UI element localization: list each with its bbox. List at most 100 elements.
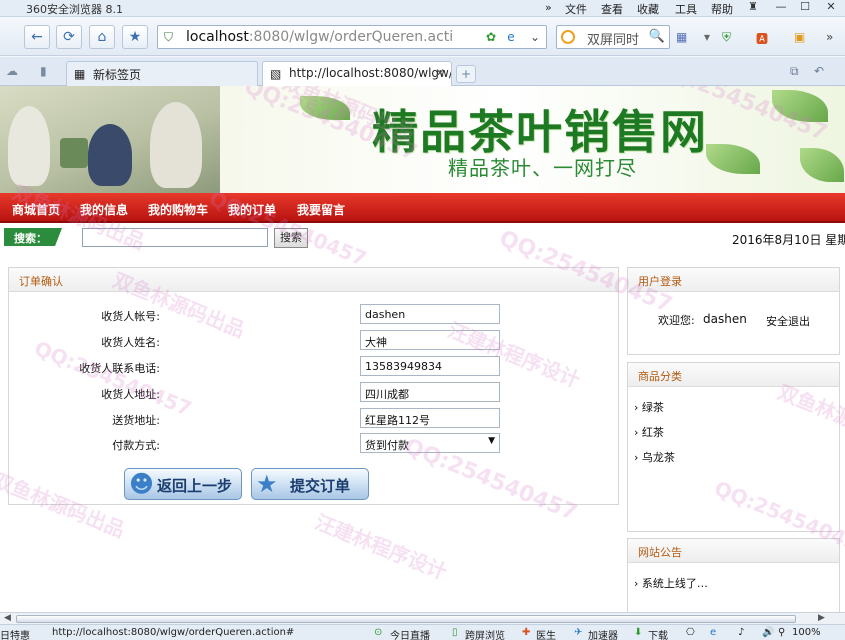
tab-label: 新标签页: [93, 68, 142, 82]
browser-search-box[interactable]: 双屏同时 🔍: [556, 25, 670, 49]
web-page: 精品茶叶销售网 精品茶叶、一网打尽 商城首页 我的信息 我的购物车 我的订单 我…: [0, 86, 845, 612]
category-link-black-tea[interactable]: › 红茶: [634, 424, 664, 440]
order-panel-title: 订单确认: [9, 268, 618, 292]
sound-icon[interactable]: ♪: [738, 627, 744, 638]
field-label: 收货人姓名:: [101, 336, 160, 349]
toolbar-more-icon[interactable]: »: [826, 30, 833, 44]
status-live[interactable]: 今日直播: [390, 627, 430, 640]
nav-home[interactable]: 商城首页: [12, 201, 60, 218]
delivery-address-field[interactable]: 红星路112号: [360, 408, 500, 428]
security-guard-icon[interactable]: ⛨: [722, 30, 731, 45]
submit-order-button[interactable]: ★ 提交订单: [251, 468, 369, 500]
form-row-phone: 收货人联系电话: 13583949834: [0, 355, 620, 381]
form-row-address: 收货人地址: 四川成都: [0, 381, 620, 407]
new-tab-plus-icon[interactable]: +: [456, 65, 476, 83]
ie-icon[interactable]: e: [710, 627, 716, 638]
address-field[interactable]: 四川成都: [360, 382, 500, 402]
maximize-icon[interactable]: ☐: [796, 0, 814, 15]
browser-menu-help[interactable]: 帮助: [711, 1, 733, 17]
payment-select[interactable]: 货到付款 ▼: [360, 433, 500, 453]
translate-icon[interactable]: 🅰: [756, 30, 768, 47]
form-row-name: 收货人姓名: 大神: [0, 329, 620, 355]
zoom-level[interactable]: 100%: [792, 627, 821, 638]
doctor-icon: ✚: [522, 627, 531, 638]
category-panel-title: 商品分类: [628, 363, 839, 387]
extension-grid-icon[interactable]: ▦: [676, 30, 687, 44]
search-box-text: 双屏同时: [587, 33, 640, 48]
form-row-delivery: 送货地址: 红星路112号: [0, 407, 620, 433]
status-split-view[interactable]: 跨屏浏览: [465, 627, 505, 640]
nav-leave-message[interactable]: 我要留言: [297, 201, 345, 218]
volume-icon[interactable]: 🔊: [762, 627, 774, 638]
login-panel-title: 用户登录: [628, 268, 839, 292]
speed-mode-icon[interactable]: ✿: [484, 30, 498, 44]
watermark-brand: 汪建林程序设计: [311, 509, 451, 585]
browser-menu-tools[interactable]: 工具: [675, 1, 697, 17]
leaf-decoration: [300, 96, 350, 120]
submit-button-label: 提交订单: [290, 477, 351, 495]
search-engine-icon[interactable]: [561, 30, 575, 44]
address-bar[interactable]: ⛉ localhost:8080/wlgw/orderQueren.acti ✿…: [157, 25, 547, 49]
back-button[interactable]: ☻ 返回上一步: [124, 468, 242, 500]
tab-order-page[interactable]: ▧ http://localhost:8080/wlgw/c ✕: [262, 61, 452, 86]
site-search-row: 搜索： 搜索 2016年8月10日 星期: [0, 226, 845, 252]
close-window-icon[interactable]: ✕: [822, 0, 840, 15]
nav-my-info[interactable]: 我的信息: [80, 201, 128, 218]
split-view-icon: ▯: [452, 627, 458, 638]
field-label: 收货人地址:: [101, 388, 160, 401]
browser-menu-file[interactable]: 文件: [565, 1, 587, 17]
address-dropdown-icon[interactable]: ⌄: [528, 30, 542, 44]
scroll-right-icon[interactable]: ▶: [818, 613, 825, 623]
status-accelerator[interactable]: 加速器: [588, 627, 618, 640]
undo-close-icon[interactable]: ↶: [814, 64, 824, 78]
zoom-icon: ⚲: [778, 627, 786, 638]
search-button[interactable]: 搜索: [274, 228, 308, 248]
plugin-icon[interactable]: ▣: [794, 30, 805, 44]
status-deals[interactable]: 日特惠: [0, 627, 30, 640]
download-icon: ⬇: [634, 627, 643, 638]
keyword-input[interactable]: [82, 228, 268, 247]
category-link-oolong[interactable]: › 乌龙茶: [634, 449, 675, 465]
status-doctor[interactable]: 医生: [536, 627, 556, 640]
extension-dropdown-icon[interactable]: ▾: [704, 30, 710, 44]
tab-new-tab[interactable]: ▦ 新标签页: [66, 61, 258, 86]
site-slogan: 精品茶叶、一网打尽: [448, 156, 637, 180]
browser-menu-view[interactable]: 查看: [601, 1, 623, 17]
minimize-icon[interactable]: —: [772, 0, 790, 15]
close-tab-icon[interactable]: ✕: [435, 66, 445, 80]
back-arrow-icon[interactable]: ←: [24, 25, 50, 49]
skin-icon[interactable]: ♜: [744, 0, 762, 15]
site-banner: 精品茶叶销售网 精品茶叶、一网打尽: [0, 86, 845, 193]
name-field[interactable]: 大神: [360, 330, 500, 350]
home-icon[interactable]: ⌂: [89, 25, 115, 49]
status-url: http://localhost:8080/wlgw/orderQueren.a…: [52, 627, 295, 638]
notice-item[interactable]: › 系统上线了…: [634, 575, 708, 591]
nav-my-cart[interactable]: 我的购物车: [148, 201, 208, 218]
cloud-icon[interactable]: ☁: [6, 64, 18, 78]
scrollbar-thumb[interactable]: [16, 615, 796, 623]
scroll-left-icon[interactable]: ◀: [4, 613, 11, 623]
ie-mode-icon[interactable]: e: [504, 30, 518, 44]
refresh-icon[interactable]: ⟳: [56, 25, 82, 49]
screenshot-icon[interactable]: ⎔: [686, 627, 695, 638]
nav-my-orders[interactable]: 我的订单: [228, 201, 276, 218]
welcome-label: 欢迎您:: [658, 314, 695, 327]
search-icon[interactable]: 🔍: [649, 29, 665, 44]
category-link-green-tea[interactable]: › 绿茶: [634, 399, 664, 415]
sidebar-toggle-icon[interactable]: ▮: [40, 64, 47, 78]
address-url[interactable]: localhost:8080/wlgw/orderQueren.acti: [186, 29, 486, 45]
browser-menu-favorites[interactable]: 收藏: [637, 1, 659, 17]
horizontal-scrollbar[interactable]: ◀ ▶: [0, 612, 845, 624]
favorite-star-icon[interactable]: ★: [122, 25, 148, 49]
browser-menu-more-icon[interactable]: »: [545, 1, 552, 14]
tab-list-icon[interactable]: ⧉: [790, 64, 799, 79]
notice-panel-title: 网站公告: [628, 539, 839, 563]
phone-field[interactable]: 13583949834: [360, 356, 500, 376]
field-label: 付款方式:: [112, 439, 160, 452]
account-field[interactable]: dashen: [360, 304, 500, 324]
category-panel: 商品分类 › 绿茶 › 红茶 › 乌龙茶: [627, 362, 840, 532]
logout-link[interactable]: 安全退出: [766, 313, 810, 329]
back-button-label: 返回上一步: [157, 477, 233, 495]
window-title: 360安全浏览器 8.1: [26, 3, 123, 16]
status-download[interactable]: 下载: [648, 627, 668, 640]
